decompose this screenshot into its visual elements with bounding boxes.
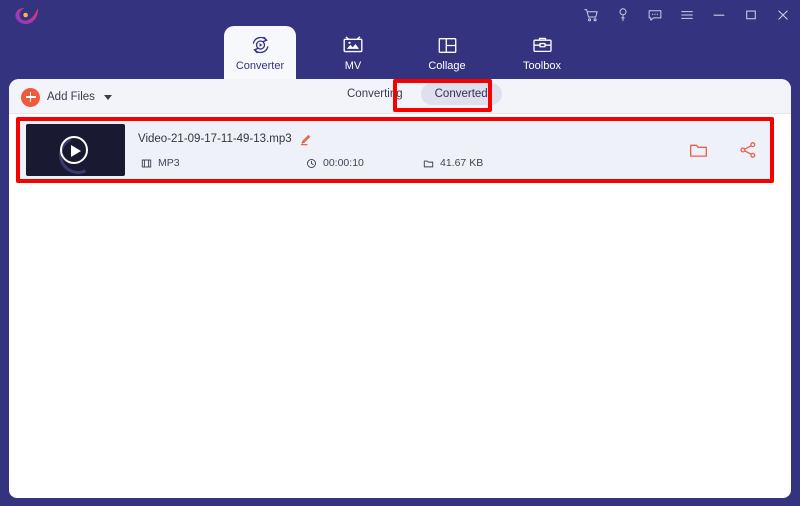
open-folder-icon[interactable] bbox=[687, 139, 709, 161]
tab-converter-label: Converter bbox=[235, 60, 285, 72]
share-icon[interactable] bbox=[737, 139, 759, 161]
tab-toolbox-label: Toolbox bbox=[523, 60, 561, 72]
file-duration-meta: 00:00:10 bbox=[305, 157, 364, 169]
file-duration-value: 00:00:10 bbox=[323, 157, 364, 169]
feedback-icon[interactable] bbox=[646, 6, 664, 24]
toolbox-icon bbox=[529, 33, 555, 57]
converter-icon bbox=[247, 33, 273, 57]
file-size-value: 41.67 KB bbox=[440, 157, 484, 169]
file-format-value: MP3 bbox=[158, 157, 180, 169]
tab-toolbox[interactable]: Toolbox bbox=[504, 26, 580, 80]
minimize-icon[interactable] bbox=[710, 6, 728, 24]
collage-icon bbox=[434, 33, 460, 57]
pencil-edit-icon[interactable] bbox=[299, 133, 311, 146]
video-converter-logo bbox=[10, 4, 44, 28]
segment-converted[interactable]: Converted bbox=[420, 83, 502, 105]
play-button-icon[interactable] bbox=[60, 136, 88, 164]
key-icon[interactable] bbox=[614, 6, 632, 24]
tab-collage[interactable]: Collage bbox=[409, 26, 485, 80]
file-size-meta: 41.67 KB bbox=[422, 157, 483, 169]
file-format-meta: MP3 bbox=[140, 157, 180, 169]
add-files-label: Add Files bbox=[47, 91, 95, 103]
file-meta-line: MP3 00:00:10 41.67 KB bbox=[138, 157, 698, 171]
add-files-button[interactable]: Add Files bbox=[21, 85, 112, 109]
menu-icon[interactable] bbox=[678, 6, 696, 24]
tab-converter[interactable]: Converter bbox=[224, 26, 296, 80]
application-window: Converter MV Collage Toolbox Add Files C… bbox=[0, 0, 800, 506]
maximize-icon[interactable] bbox=[742, 6, 760, 24]
clock-icon bbox=[305, 157, 317, 169]
close-icon[interactable] bbox=[774, 6, 792, 24]
file-row-actions bbox=[687, 121, 759, 179]
mv-icon bbox=[340, 33, 366, 57]
converted-file-row[interactable]: Video-21-09-17-11-49-13.mp3 MP3 00:00:10… bbox=[20, 121, 772, 179]
main-panel: Add Files Converting Converted Video-21-… bbox=[9, 79, 791, 498]
file-name: Video-21-09-17-11-49-13.mp3 bbox=[138, 133, 292, 145]
video-thumbnail[interactable] bbox=[26, 124, 125, 176]
file-info: Video-21-09-17-11-49-13.mp3 MP3 00:00:10… bbox=[138, 121, 698, 179]
panel-toolbar: Add Files Converting Converted bbox=[9, 79, 791, 114]
caret-down-icon[interactable] bbox=[103, 94, 112, 100]
folder-small-icon bbox=[422, 157, 434, 169]
plus-circle-icon bbox=[21, 87, 40, 107]
converting-converted-segmented-control: Converting Converted bbox=[333, 83, 502, 105]
film-icon bbox=[140, 157, 152, 169]
tab-mv[interactable]: MV bbox=[315, 26, 391, 80]
tab-mv-label: MV bbox=[344, 60, 362, 72]
segment-converting[interactable]: Converting bbox=[333, 83, 417, 105]
tab-collage-label: Collage bbox=[428, 60, 466, 72]
cart-icon[interactable] bbox=[582, 6, 600, 24]
main-tab-strip: Converter MV Collage Toolbox bbox=[0, 26, 800, 80]
file-name-line: Video-21-09-17-11-49-13.mp3 bbox=[138, 133, 311, 146]
